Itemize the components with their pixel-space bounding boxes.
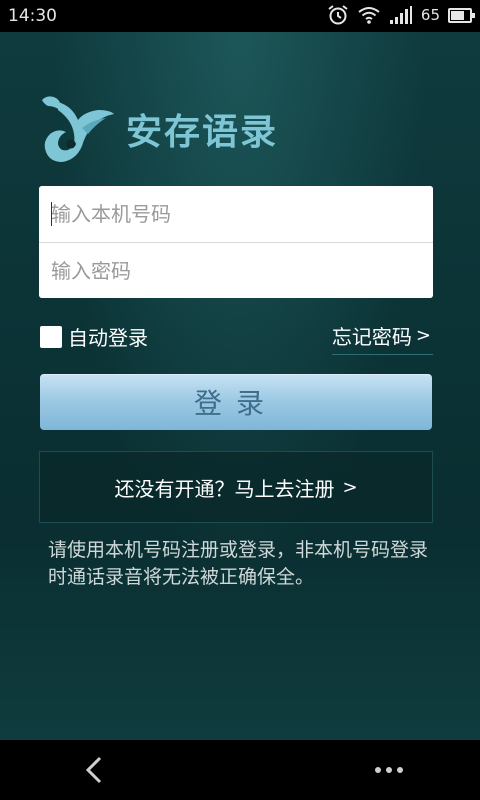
status-time: 14:30	[8, 6, 57, 26]
status-icons: 65	[327, 4, 475, 26]
password-input[interactable]	[39, 243, 433, 298]
alarm-icon	[328, 5, 348, 25]
forgot-password-link[interactable]: 忘记密码 >	[331, 321, 433, 355]
chevron-right-icon: >	[415, 325, 431, 346]
auto-login-label: 自动登录	[68, 326, 148, 350]
login-screen: 安存语录 自动登录 忘记密码 > 登录 还没有开通？马上去注册 > 请使用本机号…	[0, 32, 480, 740]
battery-level: 65	[420, 6, 440, 24]
wifi-icon	[358, 7, 380, 24]
login-button[interactable]: 登录	[40, 374, 432, 430]
nav-bar	[0, 740, 480, 800]
battery-fill	[451, 10, 464, 20]
forgot-password-label: 忘记密码	[331, 325, 412, 349]
battery-icon	[448, 7, 475, 23]
auto-login-toggle[interactable]: 自动登录	[40, 322, 148, 351]
more-icon[interactable]	[374, 766, 404, 774]
register-label: 还没有开通？马上去注册	[114, 476, 335, 501]
status-bar: 14:30 65	[0, 0, 480, 32]
text-caret	[51, 202, 52, 226]
phone-input[interactable]	[39, 186, 433, 242]
signal-icon	[389, 6, 412, 24]
bird-logo-icon	[42, 96, 114, 162]
app-logo: 安存语录	[38, 92, 278, 166]
auto-login-checkbox[interactable]	[40, 325, 62, 348]
back-icon[interactable]	[78, 752, 114, 788]
login-form	[39, 186, 433, 298]
notice-text: 请使用本机号码注册或登录，非本机号码登录时通话录音将无法被正确保全。	[48, 539, 429, 588]
app-name: 安存语录	[126, 112, 279, 153]
register-link[interactable]: 还没有开通？马上去注册 >	[39, 451, 433, 523]
chevron-right-icon: >	[342, 476, 358, 498]
